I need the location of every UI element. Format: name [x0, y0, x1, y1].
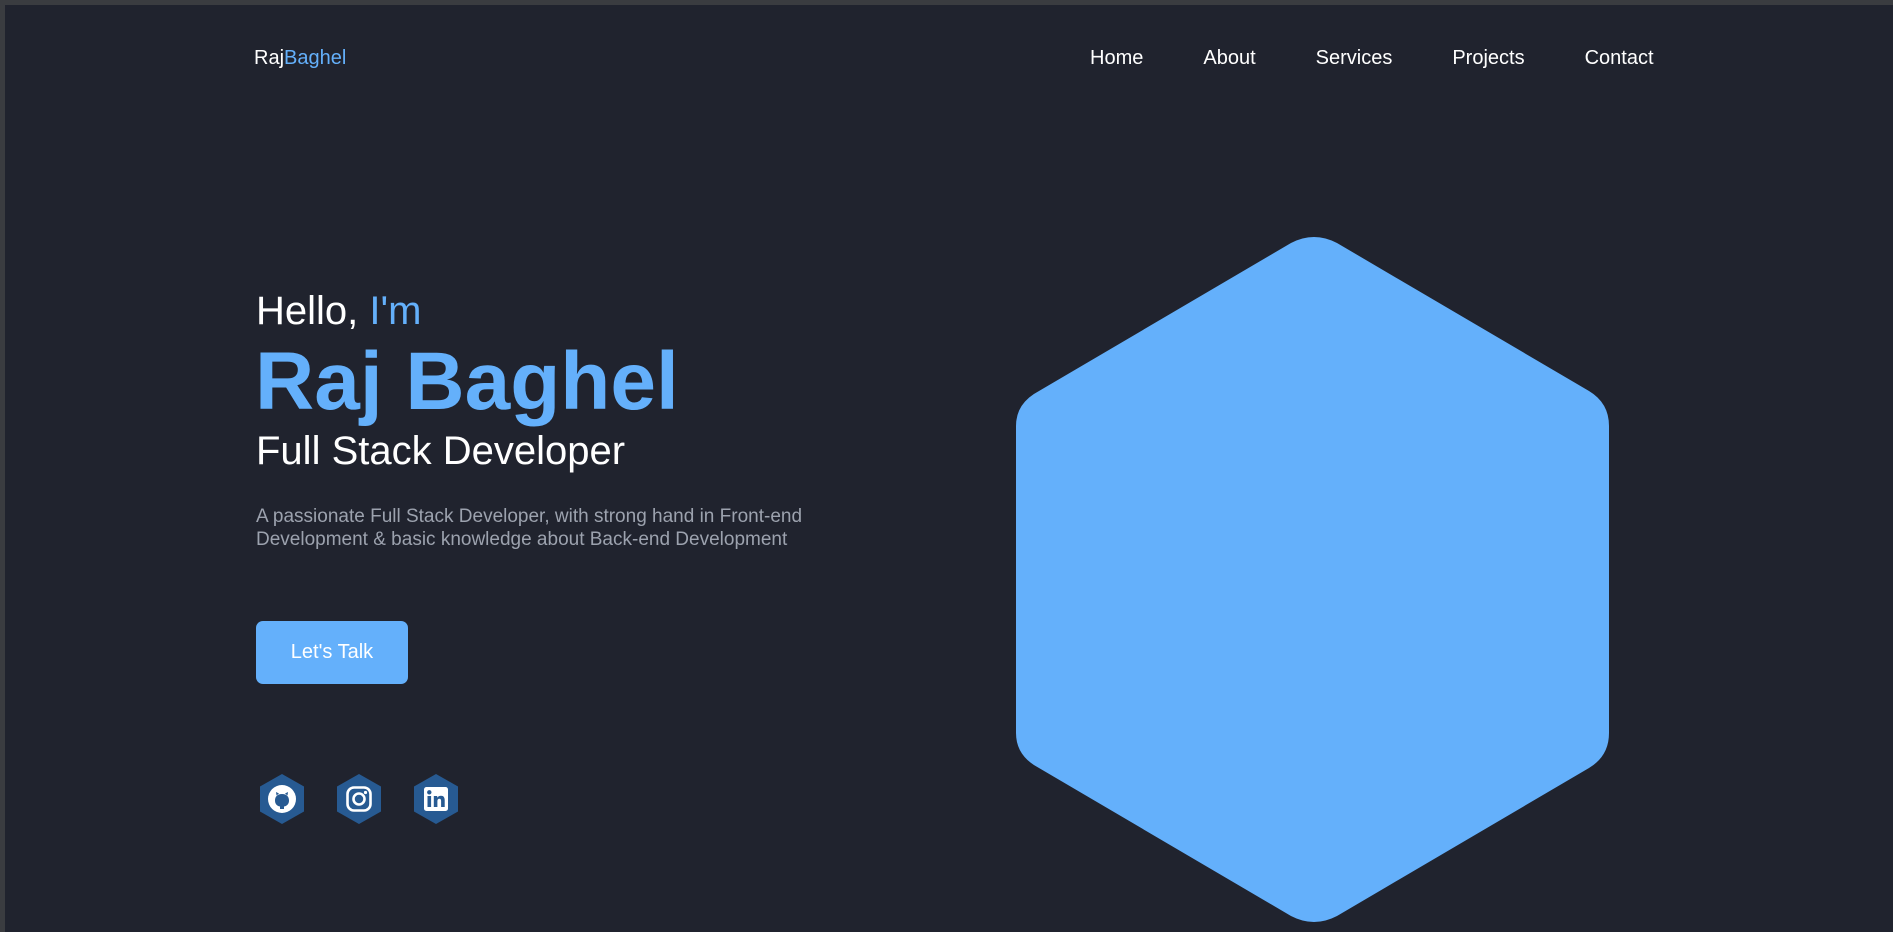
logo-first: Raj: [254, 47, 285, 69]
main-nav: Home About Services Projects Contact: [1090, 47, 1654, 70]
logo-last: Baghel: [284, 47, 347, 69]
nav-about[interactable]: About: [1203, 47, 1255, 70]
lets-talk-button[interactable]: Let's Talk: [256, 621, 408, 684]
logo[interactable]: RajBaghel: [254, 47, 346, 70]
hero-name: Raj Baghel: [255, 336, 679, 427]
hero-greeting: Hello, I'm: [256, 289, 421, 334]
hero-description: A passionate Full Stack Developer, with …: [256, 506, 803, 550]
hero-hexagon-image: [1016, 237, 1609, 922]
nav-services[interactable]: Services: [1316, 47, 1393, 70]
page: RajBaghel Home About Services Projects C…: [5, 5, 1893, 932]
nav-projects[interactable]: Projects: [1452, 47, 1524, 70]
github-link[interactable]: [256, 773, 308, 825]
nav-home[interactable]: Home: [1090, 47, 1143, 70]
nav-contact[interactable]: Contact: [1585, 47, 1654, 70]
greeting-text: Hello,: [256, 289, 370, 333]
linkedin-icon: [414, 774, 458, 824]
instagram-link[interactable]: [333, 773, 385, 825]
github-icon: [260, 774, 304, 824]
greeting-accent: I'm: [369, 289, 422, 333]
linkedin-link[interactable]: [410, 773, 462, 825]
instagram-icon: [337, 774, 381, 824]
hero-role: Full Stack Developer: [256, 429, 626, 473]
